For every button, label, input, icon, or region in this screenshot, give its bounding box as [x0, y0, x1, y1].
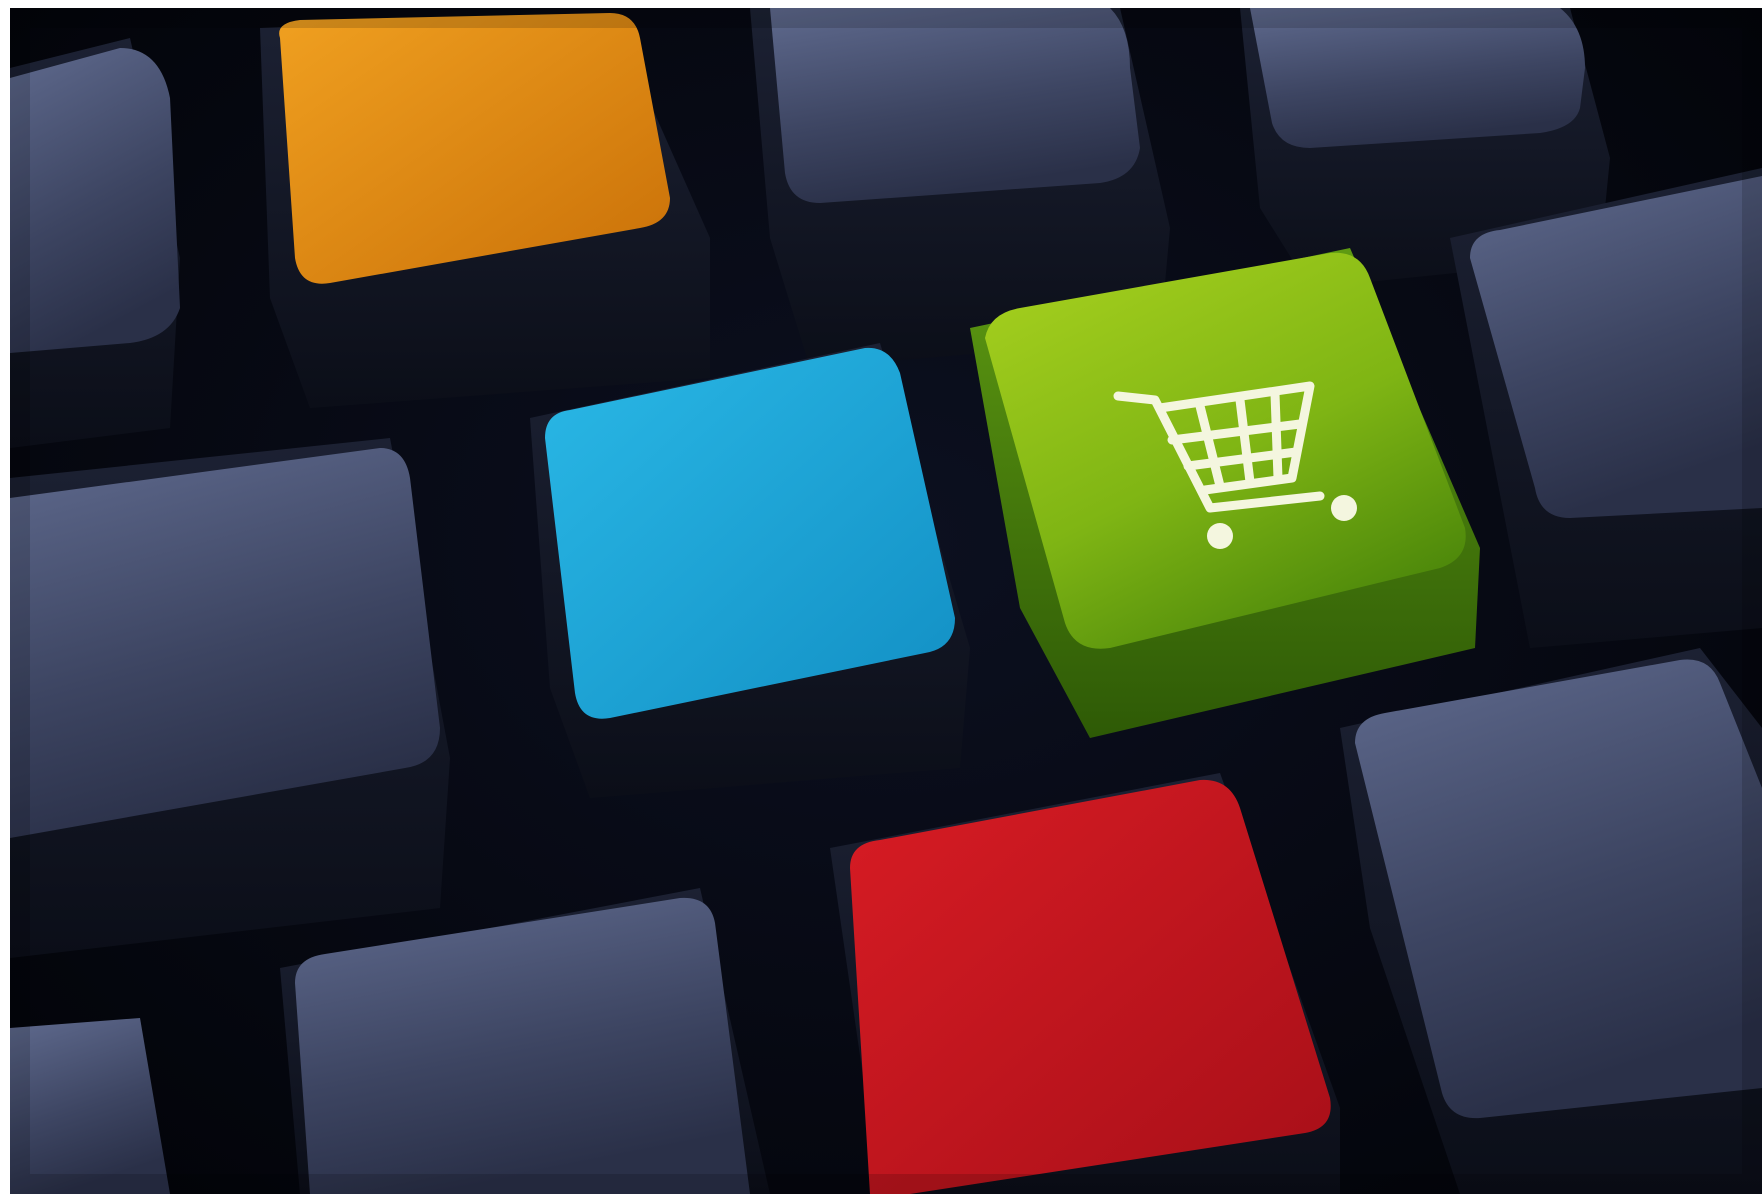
keyboard-photo [10, 8, 1762, 1194]
key-slate-left-middle [10, 438, 450, 958]
key-cyan [530, 343, 970, 798]
keyboard-illustration [10, 8, 1762, 1194]
key-slate-bottom-center-left [280, 888, 770, 1194]
key-slate-bottom-right [1340, 648, 1762, 1194]
key-slate-bottom-left [10, 1018, 170, 1194]
key-green-cart [970, 248, 1480, 738]
key-slate-top-left [10, 38, 180, 448]
key-red [830, 773, 1340, 1194]
key-slate-far-right-top [1450, 168, 1762, 648]
key-orange [260, 13, 710, 408]
